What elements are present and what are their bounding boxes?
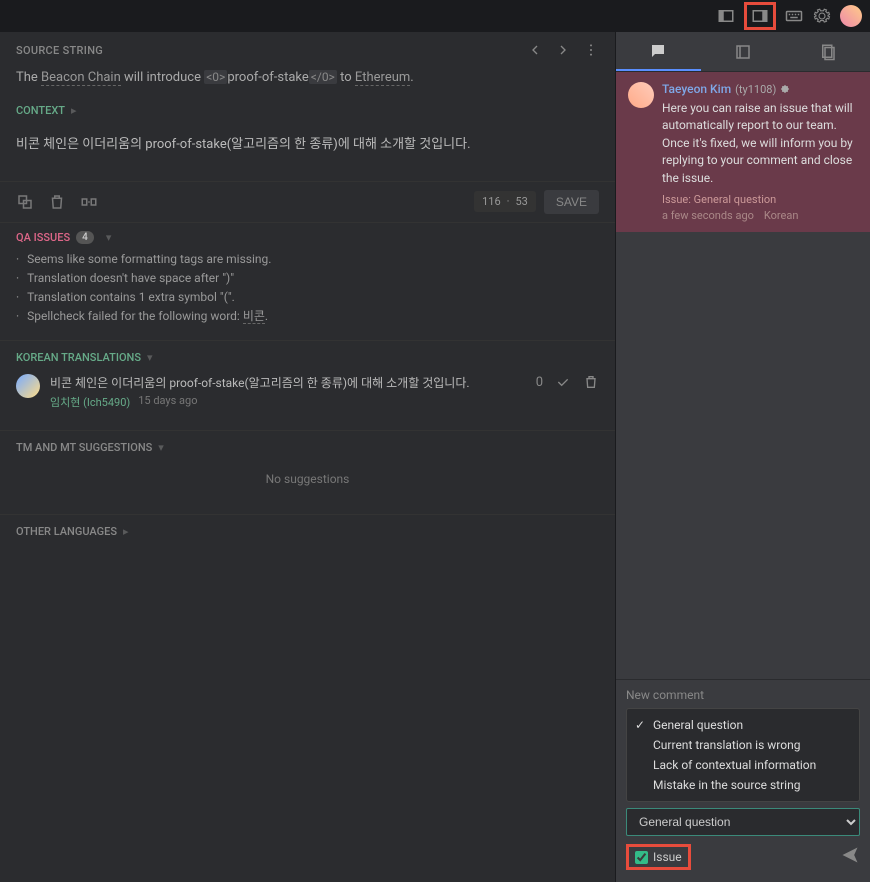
issue-type-select[interactable]: General question [626,808,860,836]
other-languages-toggle[interactable]: OTHER LANGUAGES▸ [16,525,599,538]
dropdown-option[interactable]: Current translation is wrong [627,735,859,755]
new-comment-label: New comment [626,688,860,702]
tab-comments[interactable] [616,32,701,71]
editor-panel: SOURCE STRING The Beacon Chain will intr… [0,32,616,882]
tab-terms[interactable] [701,32,786,71]
vote-count: 0 [536,375,543,390]
verified-icon [780,84,790,94]
translation-row: 비콘 체인은 이더리움의 proof-of-stake(알고리즘의 한 종류)에… [16,364,599,420]
commenter-name[interactable]: Taeyeon Kim [662,82,731,96]
more-icon[interactable] [583,42,599,58]
comment-text: Here you can raise an issue that will au… [662,100,858,187]
user-avatar[interactable] [840,5,862,27]
dropdown-option[interactable]: Mistake in the source string [627,775,859,795]
copy-source-icon[interactable] [16,193,34,211]
qa-issue-item: Spellcheck failed for the following word… [16,307,599,326]
translation-text: 비콘 체인은 이더리움의 proof-of-stake(알고리즘의 한 종류)에… [50,374,526,391]
issue-type-dropdown[interactable]: General question Current translation is … [626,708,860,802]
source-text: The Beacon Chain will introduce <0>proof… [0,64,615,100]
commenter-handle: (ty1108) [735,83,776,96]
dropdown-option[interactable]: Lack of contextual information [627,755,859,775]
approve-icon[interactable] [555,374,571,390]
save-button[interactable]: SAVE [544,190,599,214]
send-comment-button[interactable] [840,845,860,869]
tab-files[interactable] [785,32,870,71]
prev-string-icon[interactable] [527,42,543,58]
text-mode-icon[interactable] [80,193,98,211]
keyboard-icon[interactable] [784,6,804,26]
gear-icon[interactable] [812,6,832,26]
issue-checkbox-label: Issue [653,850,682,864]
next-string-icon[interactable] [555,42,571,58]
qa-issue-item: Translation doesn't have space after ")" [16,269,599,288]
comment-lang: Korean [764,209,799,222]
clear-icon[interactable] [48,193,66,211]
translator-name[interactable]: 임치현 (Ich5490) [50,394,130,410]
comment-card: Taeyeon Kim (ty1108) Here you can raise … [616,72,870,232]
comment-issue-label: Issue: General question [662,193,858,206]
top-toolbar [0,0,870,32]
comments-panel: Taeyeon Kim (ty1108) Here you can raise … [616,32,870,882]
panel-right-icon[interactable] [744,2,776,30]
context-toggle[interactable]: CONTEXT▸ [0,100,615,121]
tm-suggestions-toggle[interactable]: TM AND MT SUGGESTIONS▾ [16,441,599,454]
qa-issue-item: Translation contains 1 extra symbol "(". [16,288,599,307]
delete-icon[interactable] [583,374,599,390]
translation-input[interactable]: 비콘 체인은 이더리움의 proof-of-stake(알고리즘의 한 종류)에… [0,121,615,181]
korean-translations-toggle[interactable]: KOREAN TRANSLATIONS▾ [16,351,599,364]
commenter-avatar [628,82,654,108]
translation-time: 15 days ago [138,394,197,410]
qa-issues-toggle[interactable]: QA ISSUES4▾ [16,231,599,244]
no-suggestions-text: No suggestions [16,454,599,504]
panel-left-icon[interactable] [716,6,736,26]
comment-time: a few seconds ago [662,209,754,222]
dropdown-option[interactable]: General question [627,715,859,735]
source-string-label: SOURCE STRING [16,44,103,57]
translator-avatar [16,374,40,398]
qa-issue-item: Seems like some formatting tags are miss… [16,250,599,269]
issue-checkbox-wrap[interactable]: Issue [626,844,691,870]
char-count: 116·53 [474,191,536,212]
issue-checkbox[interactable] [635,851,648,864]
